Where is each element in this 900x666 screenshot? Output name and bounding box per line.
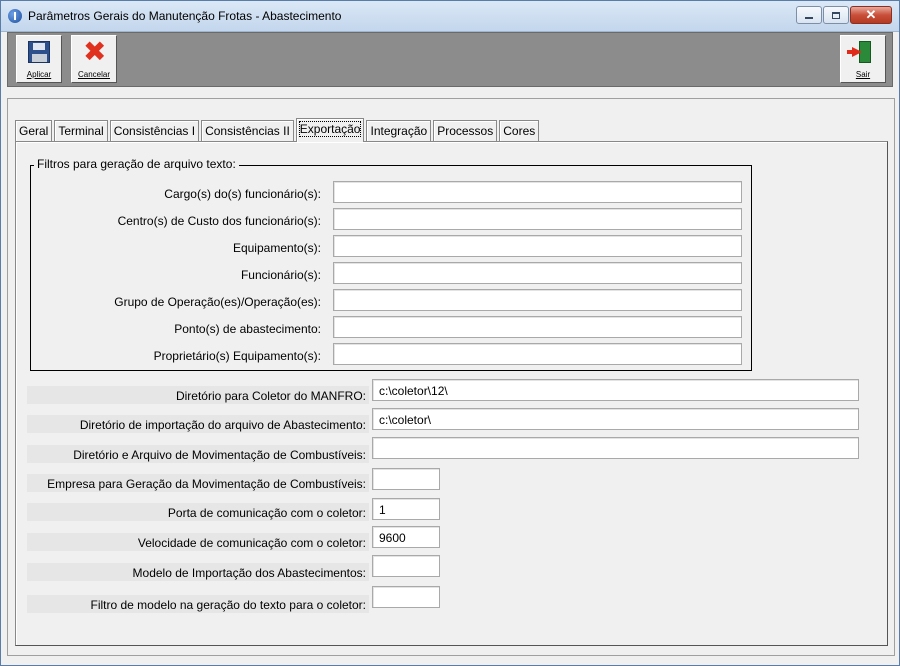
empresa-movimentacao-input[interactable] bbox=[372, 468, 440, 490]
tab-label: Cores bbox=[503, 124, 536, 138]
tab-exportacao[interactable]: Exportação bbox=[295, 118, 365, 142]
porta-comunicacao-input[interactable]: 1 bbox=[372, 498, 440, 520]
tab-consistencias-ii[interactable]: Consistências II bbox=[201, 120, 294, 141]
tab-consistencias-i[interactable]: Consistências I bbox=[109, 120, 200, 141]
app-icon bbox=[8, 9, 22, 23]
filter-centro-custo-input[interactable] bbox=[333, 208, 742, 230]
cancel-label: Cancelar bbox=[77, 70, 110, 79]
window-title: Parâmetros Gerais do Manutenção Frotas -… bbox=[28, 9, 342, 23]
exit-arrow-icon bbox=[847, 47, 862, 57]
tab-integracao[interactable]: Integração bbox=[366, 120, 432, 141]
filter-label-ponto-abastecimento: Ponto(s) de abastecimento: bbox=[174, 322, 321, 336]
label-velocidade-comunicacao: Velocidade de comunicação com o coletor: bbox=[137, 536, 366, 550]
tab-terminal[interactable]: Terminal bbox=[54, 120, 108, 141]
maximize-icon bbox=[832, 11, 840, 19]
apply-button[interactable]: Aplicar bbox=[16, 35, 62, 83]
label-diretorio-importacao: Diretório de importação do arquivo de Ab… bbox=[79, 418, 366, 432]
tab-label: Consistências II bbox=[205, 124, 290, 138]
tab-label: Integração bbox=[370, 124, 428, 138]
diretorio-movimentacao-input[interactable] bbox=[372, 437, 859, 459]
main-window: Parâmetros Gerais do Manutenção Frotas -… bbox=[0, 0, 900, 666]
diretorio-importacao-input[interactable]: c:\coletor\ bbox=[372, 408, 859, 430]
label-filtro-modelo: Filtro de modelo na geração do texto par… bbox=[90, 598, 367, 612]
tab-cores[interactable]: Cores bbox=[499, 120, 540, 141]
label-porta-comunicacao: Porta de comunicação com o coletor: bbox=[167, 506, 366, 520]
filter-label-grupo-operacao: Grupo de Operação(es)/Operação(es): bbox=[114, 295, 321, 309]
save-icon bbox=[28, 41, 50, 63]
exit-door-icon bbox=[847, 41, 877, 63]
label-diretorio-movimentacao: Diretório e Arquivo de Movimentação de C… bbox=[73, 448, 366, 462]
cancel-x-icon: ✖ bbox=[83, 35, 107, 68]
tab-label: Processos bbox=[437, 124, 494, 138]
modelo-importacao-input[interactable] bbox=[372, 555, 440, 577]
filter-label-centro-custo: Centro(s) de Custo dos funcionário(s): bbox=[117, 214, 321, 228]
tab-label: Geral bbox=[19, 124, 49, 138]
label-modelo-importacao: Modelo de Importação dos Abastecimentos: bbox=[132, 566, 366, 580]
filter-label-proprietario: Proprietário(s) Equipamento(s): bbox=[153, 349, 321, 363]
toolbar: Aplicar ✖ Cancelar Sair bbox=[7, 32, 893, 87]
filter-ponto-abastecimento-input[interactable] bbox=[333, 316, 742, 338]
tab-strip: Geral Terminal Consistências I Consistên… bbox=[15, 117, 541, 142]
title-bar: Parâmetros Gerais do Manutenção Frotas -… bbox=[1, 1, 899, 32]
filter-label-funcionario: Funcionário(s): bbox=[240, 268, 321, 282]
window-controls: ✕ bbox=[795, 6, 892, 24]
label-empresa-movimentacao: Empresa para Geração da Movimentação de … bbox=[47, 477, 366, 491]
filter-grupo-operacao-input[interactable] bbox=[333, 289, 742, 311]
label-diretorio-coletor: Diretório para Coletor do MANFRO: bbox=[175, 389, 366, 403]
tab-processos[interactable]: Processos bbox=[433, 120, 498, 141]
minimize-button[interactable] bbox=[796, 6, 822, 24]
filter-equipamento-input[interactable] bbox=[333, 235, 742, 257]
velocidade-comunicacao-input[interactable]: 9600 bbox=[372, 526, 440, 548]
tab-geral[interactable]: Geral bbox=[15, 120, 53, 141]
cancel-button[interactable]: ✖ Cancelar bbox=[71, 35, 117, 83]
filter-cargo-input[interactable] bbox=[333, 181, 742, 203]
close-icon: ✕ bbox=[865, 7, 877, 22]
diretorio-coletor-input[interactable]: c:\coletor\12\ bbox=[372, 379, 859, 401]
tab-label: Consistências I bbox=[113, 124, 196, 138]
exit-button[interactable]: Sair bbox=[840, 35, 886, 83]
tab-label: Exportação bbox=[298, 121, 362, 137]
filtro-modelo-input[interactable] bbox=[372, 586, 440, 608]
filters-caption: Filtros para geração de arquivo texto: bbox=[34, 157, 239, 171]
maximize-button[interactable] bbox=[823, 6, 849, 24]
close-button[interactable]: ✕ bbox=[850, 6, 892, 24]
filter-label-cargo: Cargo(s) do(s) funcionário(s): bbox=[164, 187, 321, 201]
apply-label: Aplicar bbox=[26, 70, 52, 79]
filter-label-equipamento: Equipamento(s): bbox=[232, 241, 321, 255]
minimize-icon bbox=[805, 17, 813, 19]
tab-label: Terminal bbox=[58, 124, 104, 138]
filter-proprietario-input[interactable] bbox=[333, 343, 742, 365]
filter-funcionario-input[interactable] bbox=[333, 262, 742, 284]
exit-label: Sair bbox=[855, 70, 871, 79]
